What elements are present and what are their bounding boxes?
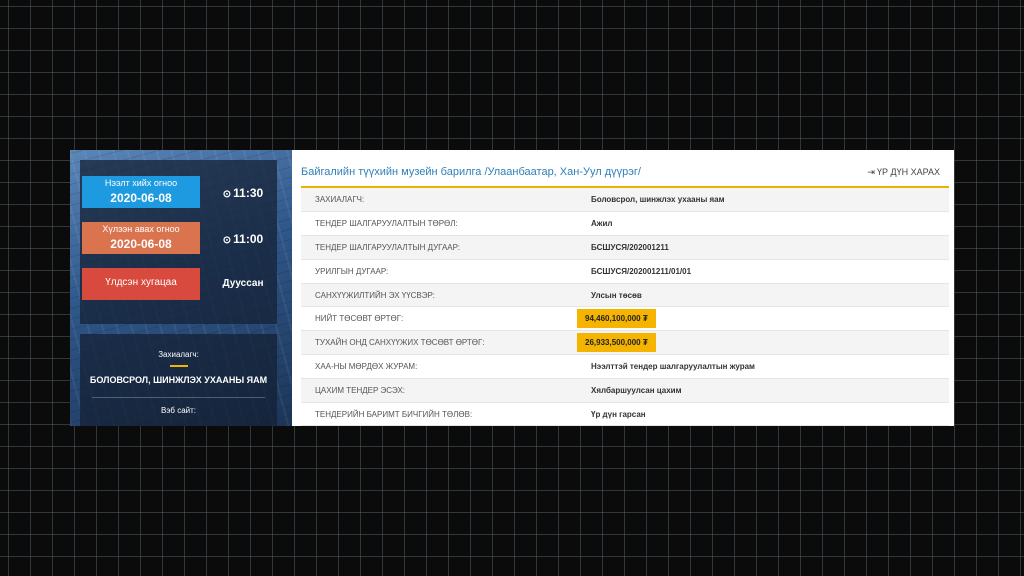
table-row: ТУХАЙН ОНД САНХҮҮЖИХ ТӨСӨВТ ӨРТӨГ: 26,933…: [301, 330, 949, 356]
detail-value: 94,460,100,000 ₮: [577, 306, 949, 332]
sign-out-icon: ⇥: [867, 167, 875, 177]
table-row: САНХҮҮЖИЛТИЙН ЭХ ҮҮСВЭР: Улсын төсөв: [301, 283, 949, 308]
highlighted-amount: 94,460,100,000 ₮: [577, 309, 656, 329]
publish-date: 2020-06-08: [110, 191, 172, 205]
details-table: ЗАХИАЛАГЧ: Боловсрол, шинжлэх ухааны яам Т…: [301, 188, 949, 426]
detail-key: НИЙТ ТӨСӨВТ ӨРТӨГ:: [301, 306, 585, 332]
publish-label: Нээлт хийх огноо: [104, 178, 178, 188]
highlighted-amount: 26,933,500,000 ₮: [577, 333, 656, 353]
detail-key: ТЕНДЕР ШАЛГАРУУЛАЛТЫН ТӨРӨЛ:: [301, 211, 585, 237]
table-row: НИЙТ ТӨСӨВТ ӨРТӨГ: 94,460,100,000 ₮: [301, 306, 949, 332]
view-result-label: ҮР ДҮН ХАРАХ: [876, 167, 940, 177]
detail-key: ЗАХИАЛАГЧ:: [301, 188, 585, 213]
detail-key: САНХҮҮЖИЛТИЙН ЭХ ҮҮСВЭР:: [301, 283, 585, 308]
detail-key: ТЕНДЕР ШАЛГАРУУЛАЛТЫН ДУГААР:: [301, 235, 585, 260]
tender-card: Нээлт хийх огноо 2020-06-08 ⊙ 11:30 Хүлээ…: [70, 150, 954, 426]
clock-icon: ⊙: [222, 189, 232, 200]
detail-key: ХАА-НЫ МӨРДӨХ ЖУРАМ:: [301, 354, 585, 379]
remaining-value: Дууссан: [222, 278, 264, 289]
tender-title[interactable]: Байгалийн түүхийн музейн барилга /Улаанб…: [301, 166, 641, 178]
table-row: ЦАХИМ ТЕНДЕР ЭСЭХ: Хялбаршуулсан цахим: [301, 378, 949, 403]
publish-time-value: 11:30: [233, 186, 264, 200]
receive-date-badge: Хүлээн авах огноо 2020-06-08: [82, 222, 200, 254]
table-row: ТЕНДЕР ШАЛГАРУУЛАЛТЫН ТӨРӨЛ: Ажил: [301, 211, 949, 237]
detail-value: Үр дүн гарсан: [585, 402, 949, 426]
detail-key: ТЕНДЕРИЙН БАРИМТ БИЧГИЙН ТӨЛӨВ:: [301, 402, 585, 426]
receive-time: ⊙ 11:00: [208, 232, 278, 246]
publish-date-badge: Нээлт хийх огноо 2020-06-08: [82, 176, 200, 208]
table-row: ЗАХИАЛАГЧ: Боловсрол, шинжлэх ухааны яам: [301, 188, 949, 213]
client-name: БОЛОВСРОЛ, ШИНЖЛЭХ УХААНЫ ЯАМ: [89, 375, 268, 385]
receive-label: Хүлээн авах огноо: [102, 224, 180, 234]
client-box: Захиалагч: БОЛОВСРОЛ, ШИНЖЛЭХ УХААНЫ ЯАМ…: [80, 334, 277, 426]
table-row: ХАА-НЫ МӨРДӨХ ЖУРАМ: Нээлттэй тендер шалг…: [301, 354, 949, 379]
detail-key: ТУХАЙН ОНД САНХҮҮЖИХ ТӨСӨВТ ӨРТӨГ:: [301, 330, 585, 356]
table-row: ТЕНДЕРИЙН БАРИМТ БИЧГИЙН ТӨЛӨВ: Үр дүн га…: [301, 402, 949, 426]
receive-time-value: 11:00: [233, 232, 264, 246]
detail-value: БСШУСЯ/202001211: [585, 235, 949, 260]
detail-value: Нээлттэй тендер шалгаруулалтын журам: [585, 354, 949, 379]
detail-value: БСШУСЯ/202001211/01/01: [585, 259, 949, 284]
website-label: Вэб сайт:: [160, 406, 197, 415]
table-row: ТЕНДЕР ШАЛГАРУУЛАЛТЫН ДУГААР: БСШУСЯ/2020…: [301, 235, 949, 260]
remaining-label: Үлдсэн хугацаа: [105, 277, 177, 288]
client-divider: [169, 365, 188, 367]
receive-date: 2020-06-08: [110, 237, 172, 251]
detail-value: Хялбаршуулсан цахим: [585, 378, 949, 403]
table-row: УРИЛГЫН ДУГААР: БСШУСЯ/202001211/01/01: [301, 259, 949, 284]
detail-key: УРИЛГЫН ДУГААР:: [301, 259, 585, 284]
detail-value: Боловсрол, шинжлэх ухааны яам: [585, 188, 949, 213]
publish-time: ⊙ 11:30: [208, 186, 278, 200]
clock-icon: ⊙: [222, 235, 232, 246]
detail-value: 26,933,500,000 ₮: [577, 330, 949, 356]
detail-value: Улсын төсөв: [585, 283, 949, 308]
details-panel: Байгалийн түүхийн музейн барилга /Улаанб…: [292, 150, 954, 426]
remaining-badge: Үлдсэн хугацаа: [82, 268, 200, 300]
view-result-button[interactable]: ⇥ ҮР ДҮН ХАРАХ: [867, 167, 940, 178]
detail-value: Ажил: [585, 211, 949, 237]
dates-box: Нээлт хийх огноо 2020-06-08 ⊙ 11:30 Хүлээ…: [80, 160, 277, 324]
left-panel: Нээлт хийх огноо 2020-06-08 ⊙ 11:30 Хүлээ…: [70, 150, 292, 426]
detail-key: ЦАХИМ ТЕНДЕР ЭСЭХ:: [301, 378, 585, 403]
client-label: Захиалагч:: [158, 350, 199, 359]
